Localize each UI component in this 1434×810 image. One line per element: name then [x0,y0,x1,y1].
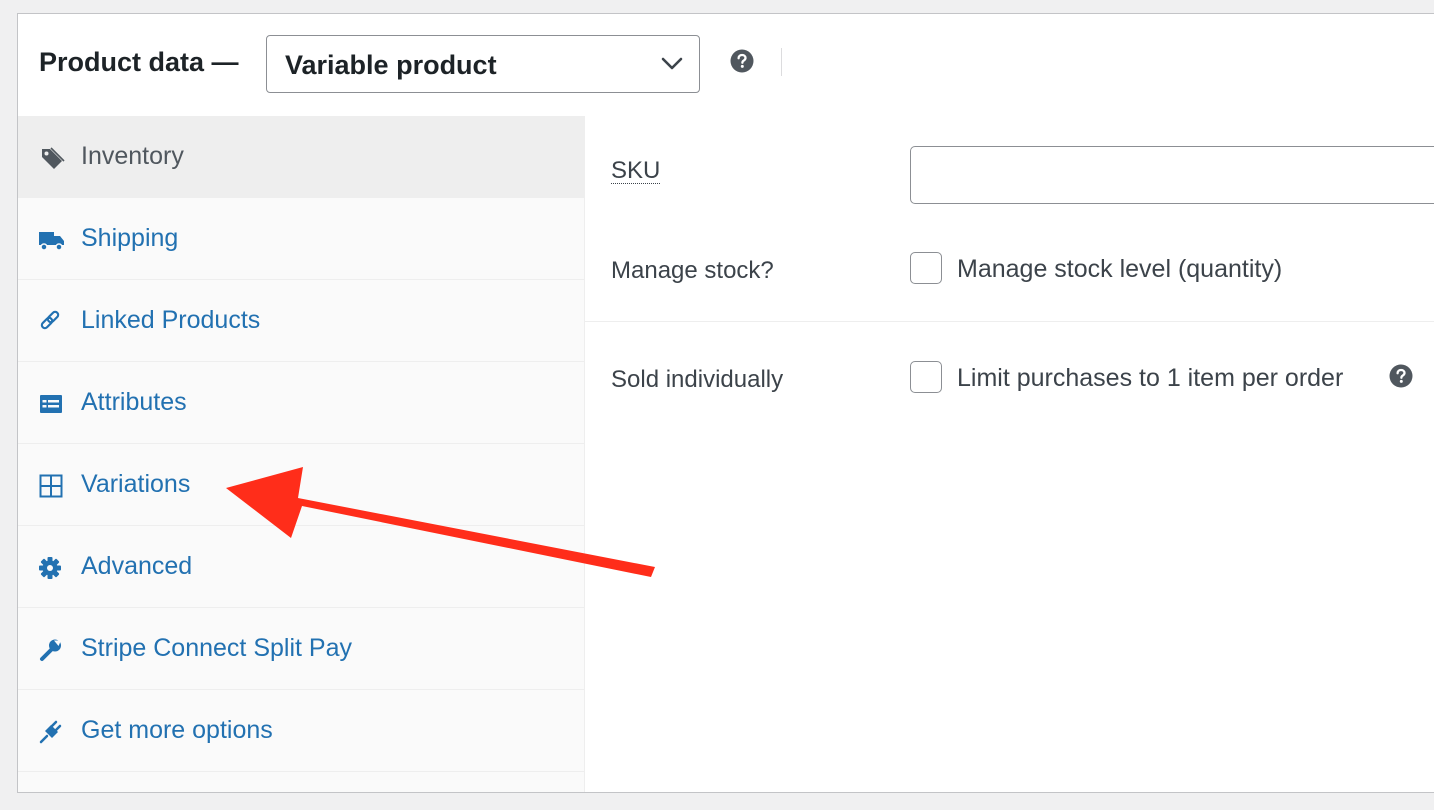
tag-icon [42,147,65,169]
wrench-icon [40,639,61,661]
gear-icon [39,557,61,579]
manage-stock-label: Manage stock? [611,257,774,284]
tab-inventory[interactable]: Inventory [18,116,584,198]
product-data-panel: Product data — Variable product Inventor… [17,13,1434,793]
tab-label: Stripe Connect Split Pay [81,634,352,662]
chevron-down-icon [661,57,683,70]
tab-get-more-options[interactable]: Get more options [18,690,584,772]
tab-label: Attributes [81,388,187,416]
help-icon[interactable] [1389,364,1413,388]
sold-individually-label: Sold individually [611,366,784,393]
tab-label: Inventory [81,142,184,170]
list-icon [40,395,62,413]
sku-label: SKU [611,157,661,185]
tab-shipping[interactable]: Shipping [18,198,584,280]
row-divider [585,321,1434,322]
truck-icon [39,232,64,251]
product-data-tabs: Inventory Shipping Linked Products Attri… [18,116,585,792]
tab-stripe-connect-split-pay[interactable]: Stripe Connect Split Pay [18,608,584,690]
manage-stock-checkbox-label[interactable]: Manage stock level (quantity) [957,255,1282,284]
tab-label: Shipping [81,224,179,252]
product-data-title: Product data — [39,47,239,77]
tab-linked-products[interactable]: Linked Products [18,280,584,362]
tab-label: Variations [81,470,191,498]
link-icon [40,310,60,330]
tab-attributes[interactable]: Attributes [18,362,584,444]
help-icon[interactable] [730,49,754,73]
product-type-value: Variable product [285,50,497,80]
product-type-select[interactable]: Variable product [266,35,700,93]
tab-label: Advanced [81,552,193,580]
tab-label: Get more options [81,716,273,744]
inventory-panel: SKU Manage stock? Manage stock level (qu… [585,116,1434,792]
plug-icon [39,720,62,744]
tab-label: Linked Products [81,306,261,334]
sold-individually-checkbox[interactable] [910,361,942,393]
header-divider [781,48,782,76]
product-data-header: Product data — Variable product [18,14,1434,117]
tab-advanced[interactable]: Advanced [18,526,584,608]
manage-stock-checkbox[interactable] [910,252,942,284]
grid-icon [39,474,63,498]
tab-variations[interactable]: Variations [18,444,584,526]
sku-input[interactable] [910,146,1434,204]
sold-individually-checkbox-label[interactable]: Limit purchases to 1 item per order [957,364,1343,393]
